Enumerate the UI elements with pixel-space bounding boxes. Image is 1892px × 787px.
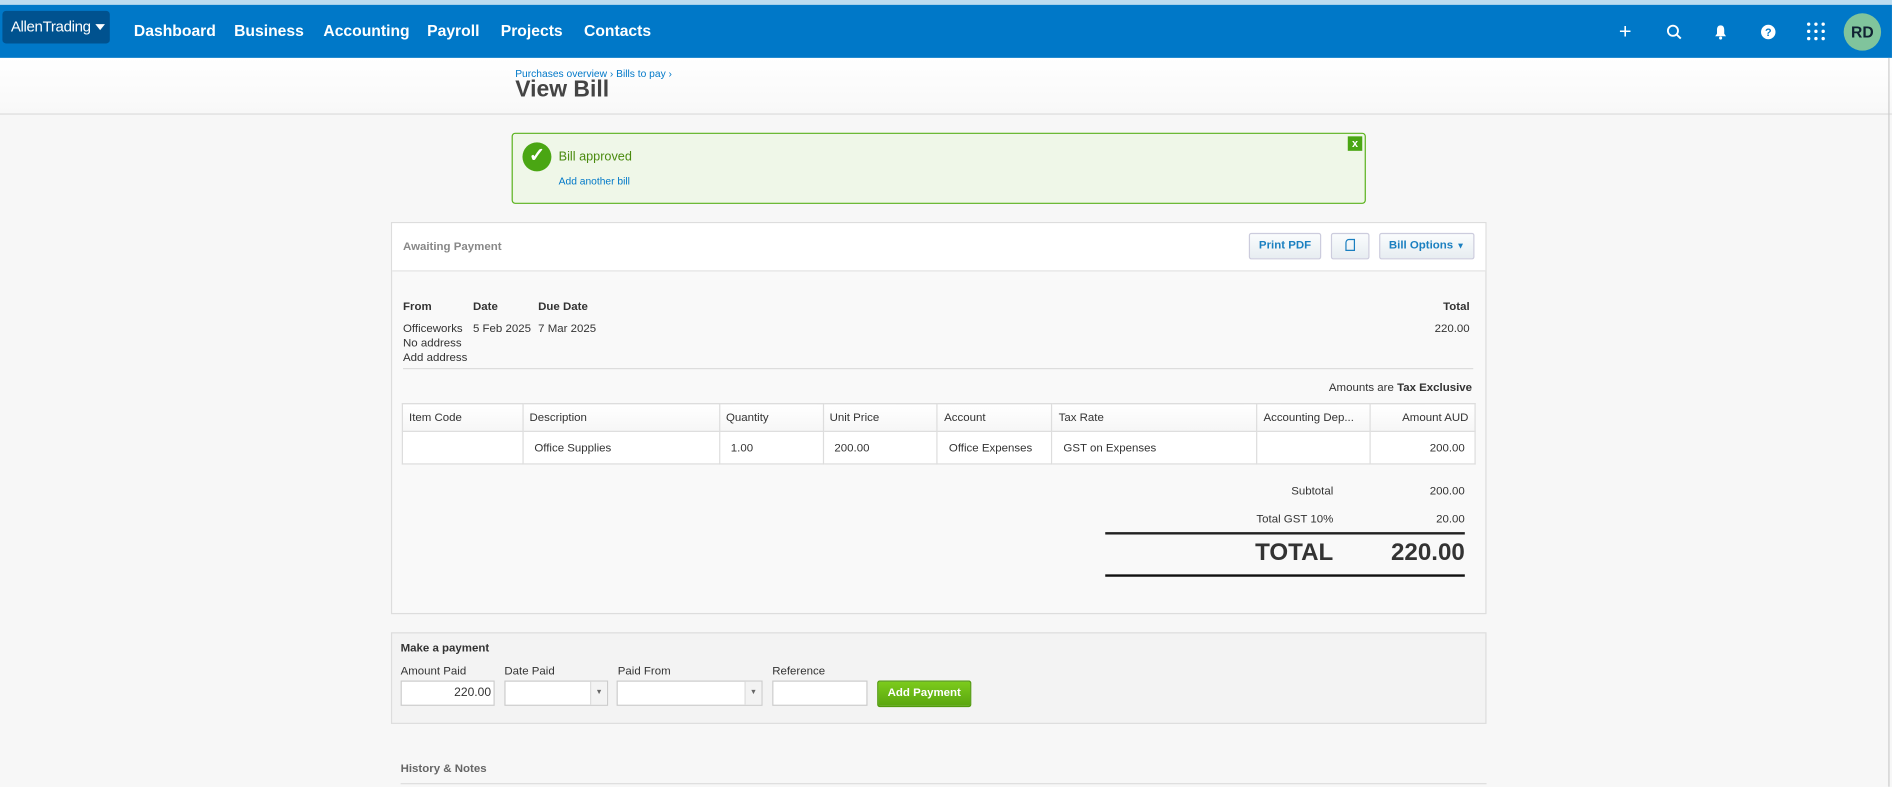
amount-paid-label: Amount Paid (400, 664, 467, 679)
org-name: AllenTrading (10, 18, 91, 35)
nav-accounting[interactable]: Accounting (323, 5, 409, 58)
svg-text:?: ? (1764, 27, 1771, 39)
gst-label: Total GST 10% (1256, 512, 1334, 527)
apps-grid-icon[interactable] (1804, 5, 1828, 58)
column-header: Accounting Dep... (1256, 403, 1371, 432)
close-icon[interactable]: x (1347, 136, 1363, 151)
divider (400, 783, 1487, 785)
column-header: Account (936, 403, 1053, 432)
subtotal-value: 200.00 (1429, 485, 1465, 499)
table-header-row: Item Code Description Quantity Unit Pric… (401, 403, 1476, 432)
payment-title: Make a payment (400, 641, 490, 656)
bill-total: 220.00 (1434, 322, 1470, 336)
help-icon[interactable]: ? (1756, 5, 1780, 58)
line-items-table: Item Code Description Quantity Unit Pric… (401, 403, 1476, 465)
total-rule (1105, 532, 1465, 534)
nav-projects[interactable]: Projects (501, 5, 563, 58)
caret-down-icon (95, 24, 106, 31)
column-header: Unit Price (822, 403, 939, 432)
page: AllenTrading Dashboard Business Accounti… (0, 0, 1892, 787)
chevron-down-icon[interactable]: ▼ (744, 681, 762, 705)
column-header: Description (522, 403, 720, 432)
payment-panel (390, 632, 1487, 724)
nav-contacts[interactable]: Contacts (584, 5, 651, 58)
cell-description: Office Supplies (522, 430, 720, 465)
nav-dashboard[interactable]: Dashboard (134, 5, 216, 58)
search-icon[interactable] (1661, 5, 1685, 58)
alert-message: Bill approved (558, 149, 632, 165)
amounts-mode: Tax Exclusive (1397, 381, 1473, 395)
paid-from-select[interactable]: ▼ (616, 680, 763, 706)
reference-input[interactable] (772, 680, 868, 706)
gst-value: 20.00 (1436, 512, 1465, 527)
column-header: Item Code (401, 403, 524, 432)
table-row: Office Supplies 1.00 200.00 Office Expen… (401, 430, 1476, 465)
add-address-link[interactable]: Add address (403, 351, 467, 364)
total-rule (1105, 574, 1465, 577)
no-address: No address (403, 336, 462, 350)
column-header: Quantity (718, 403, 824, 432)
chevron-down-icon[interactable]: ▼ (590, 681, 607, 705)
amounts-prefix: Amounts are (1328, 381, 1394, 395)
paid-from-label: Paid From (617, 664, 671, 679)
contact-link[interactable]: Officeworks (403, 322, 463, 335)
user-avatar[interactable]: RD (1843, 13, 1882, 51)
org-switcher[interactable]: AllenTrading (2, 10, 110, 44)
plus-icon[interactable]: + (1613, 5, 1637, 58)
caret-down-icon: ▼ (1456, 242, 1465, 251)
cell-department (1256, 430, 1371, 465)
bill-options-button[interactable]: Bill Options ▼ (1379, 232, 1475, 260)
print-pdf-button[interactable]: Print PDF (1248, 232, 1322, 260)
check-circle-icon: ✓ (522, 142, 552, 172)
bill-status: Awaiting Payment (403, 240, 502, 254)
cell-item-code (401, 430, 524, 465)
grand-total-value: 220.00 (1391, 539, 1465, 566)
column-header: Amount AUD (1369, 403, 1476, 432)
cell-account: Office Expenses (936, 430, 1053, 465)
cell-unit-price: 200.00 (822, 430, 939, 465)
add-payment-button[interactable]: Add Payment (877, 680, 972, 708)
page-title: View Bill (515, 77, 610, 103)
cell-quantity: 1.00 (718, 430, 824, 465)
success-alert (511, 132, 1366, 204)
document-icon (1345, 239, 1356, 252)
divider (403, 368, 1474, 370)
nav-payroll[interactable]: Payroll (427, 5, 479, 58)
bell-icon[interactable] (1709, 5, 1733, 58)
reference-label: Reference (772, 664, 826, 679)
add-another-bill-link[interactable]: Add another bill (559, 175, 630, 187)
bill-options-label: Bill Options (1388, 238, 1454, 253)
bill-date: 5 Feb 2025 (472, 322, 531, 336)
date-paid-input[interactable]: ▼ (504, 680, 609, 706)
cell-amount: 200.00 (1369, 430, 1476, 465)
grand-total-label: TOTAL (1255, 539, 1334, 566)
subtotal-label: Subtotal (1291, 485, 1334, 499)
date-label: Date (472, 300, 498, 314)
scrollbar-edge (1888, 57, 1890, 787)
amount-paid-input[interactable]: 220.00 (400, 680, 495, 706)
nav-business[interactable]: Business (234, 5, 304, 58)
due-date: 7 Mar 2025 (538, 322, 597, 336)
due-date-label: Due Date (538, 300, 588, 314)
copy-button[interactable] (1330, 232, 1370, 260)
bill-panel-header (392, 223, 1486, 272)
date-paid-label: Date Paid (504, 664, 555, 679)
total-label: Total (1443, 300, 1470, 314)
column-header: Tax Rate (1051, 403, 1258, 432)
from-label: From (403, 300, 432, 314)
amounts-tax-mode: Amounts are Tax Exclusive (1329, 381, 1472, 394)
page-header (0, 57, 1892, 115)
history-notes-heading: History & Notes (400, 762, 487, 776)
cell-tax-rate: GST on Expenses (1051, 430, 1258, 465)
